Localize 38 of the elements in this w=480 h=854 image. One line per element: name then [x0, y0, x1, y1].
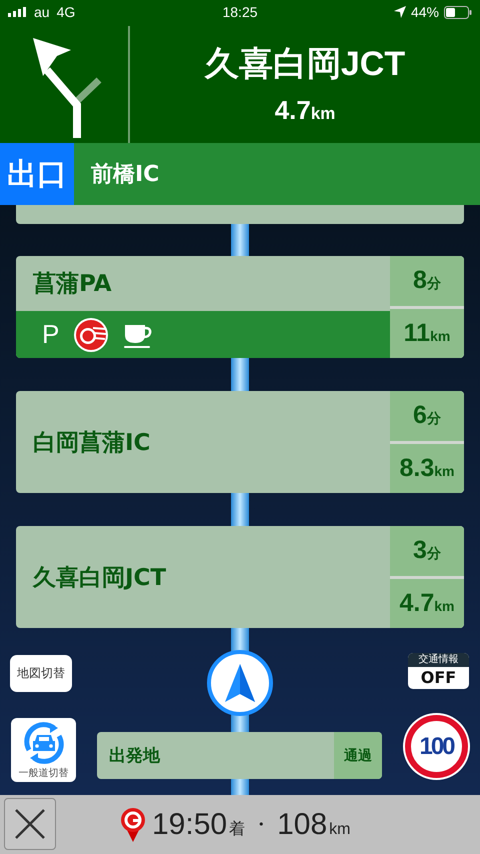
exit-name: 前橋IC: [91, 161, 160, 189]
close-button[interactable]: [4, 798, 56, 850]
travel-time: 8分: [390, 256, 464, 306]
destination-distance: 4.7km: [274, 95, 336, 126]
clock: 18:25: [222, 4, 258, 20]
navigation-arrow-icon: [225, 664, 255, 702]
total-distance: 108 km: [277, 808, 350, 842]
fuel-station-logo-icon: [73, 316, 110, 352]
exit-badge: 出口: [0, 143, 74, 205]
remaining-distance: 11km: [390, 308, 464, 358]
battery-icon: [444, 6, 472, 18]
travel-time: 3分: [390, 526, 464, 576]
point-name: 久喜白岡JCT: [32, 564, 168, 592]
parking-label: P: [42, 319, 60, 350]
goal-pin-icon: [120, 808, 146, 842]
travel-time: 6分: [390, 391, 464, 440]
route-card[interactable]: 白岡菖蒲IC 6分 8.3km: [16, 391, 464, 493]
route-card[interactable]: 久喜白岡JCT 3分 4.7km: [16, 526, 464, 628]
battery-percent: 44%: [410, 4, 439, 20]
close-icon: [14, 808, 46, 840]
route-card[interactable]: 菖蒲PA P 8分 11km: [16, 256, 464, 358]
general-road-switch-button[interactable]: 一般道切替: [11, 718, 76, 782]
point-name: 白岡菖蒲IC: [32, 428, 152, 458]
passed-label: 通過: [334, 732, 382, 779]
carrier-name: au: [34, 4, 50, 20]
network-type: 4G: [56, 4, 76, 20]
destination-name: 久喜白岡JCT: [204, 44, 406, 85]
signal-icon: [8, 7, 27, 17]
remaining-distance: 4.7km: [390, 578, 464, 628]
speed-limit-sign: 100: [405, 715, 468, 778]
map-switch-button[interactable]: 地図切替: [10, 655, 72, 692]
location-arrow-icon: [394, 6, 406, 18]
point-name: 菖蒲PA: [32, 270, 113, 299]
start-point-name: 出発地: [108, 745, 162, 768]
remaining-distance: 8.3km: [390, 444, 464, 493]
traffic-info-button[interactable]: 交通情報 OFF: [408, 653, 469, 689]
arrival-time: 19:50 着: [152, 808, 246, 842]
separator-dot: ・: [251, 811, 272, 838]
